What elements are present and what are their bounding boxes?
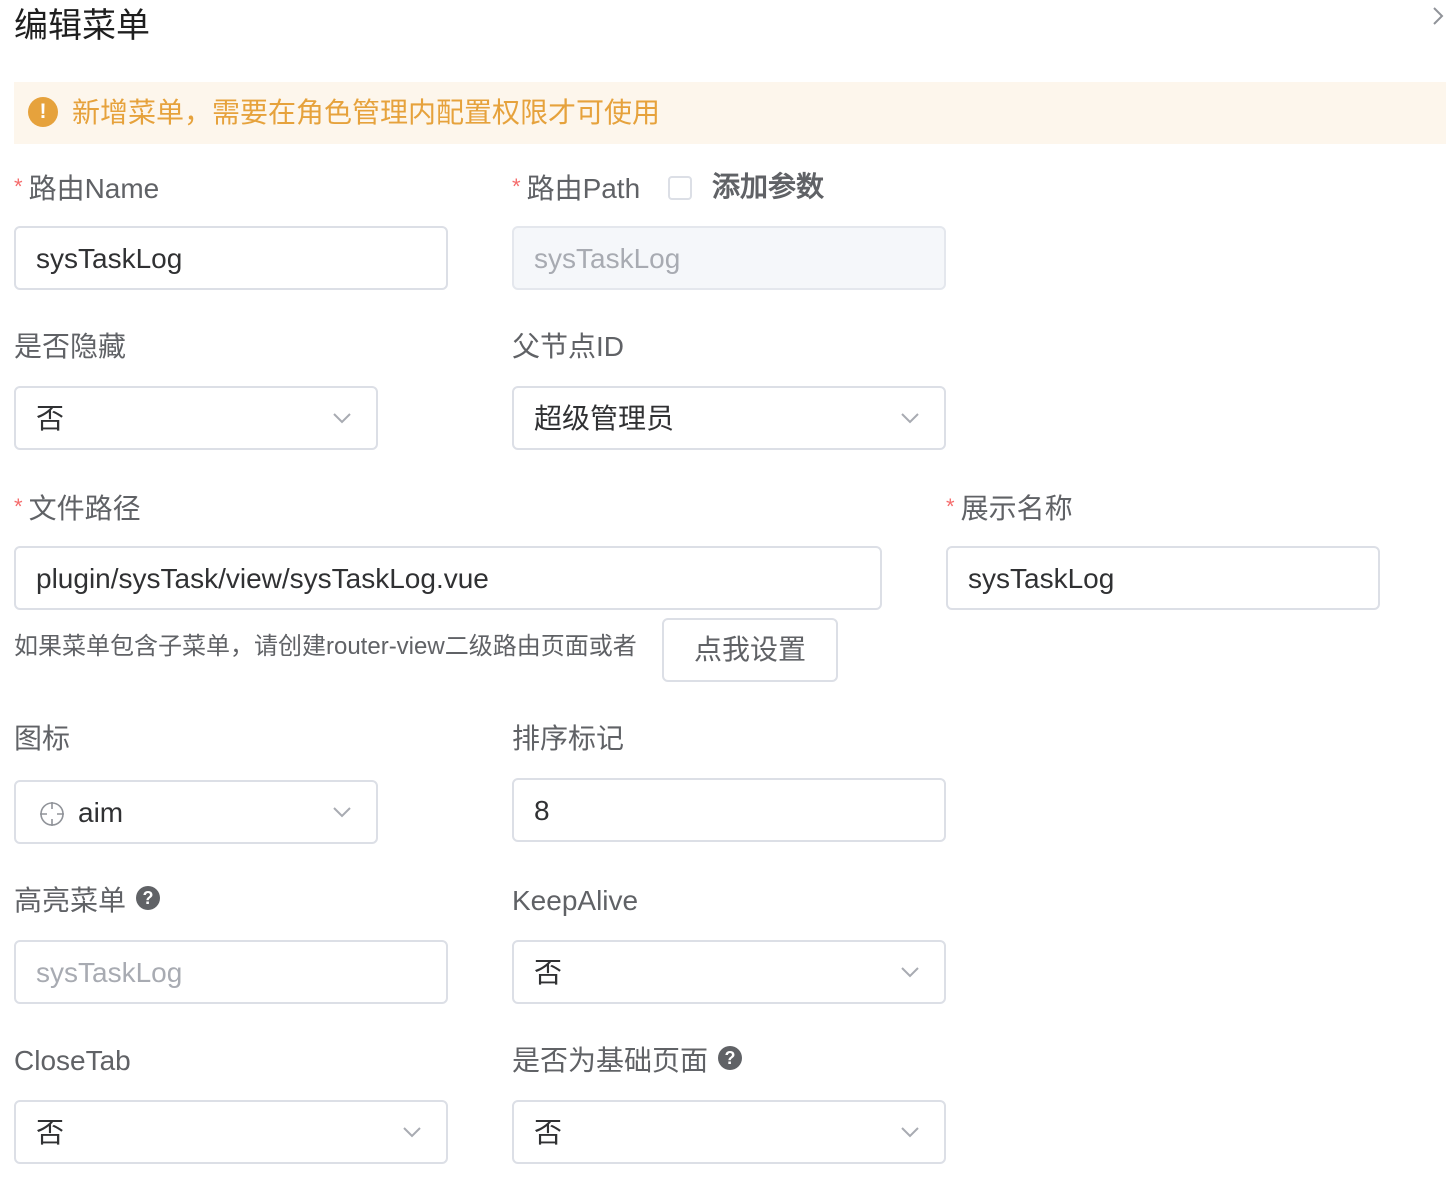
active-menu-input[interactable]: sysTaskLog (14, 940, 448, 1004)
route-path-label: * 路由Path (512, 170, 640, 206)
icon-value: aim (78, 797, 124, 828)
add-params-checkbox[interactable] (668, 176, 692, 200)
close-tab-select[interactable]: 否 (14, 1100, 448, 1164)
parent-id-select[interactable]: 超级管理员 (512, 386, 946, 450)
chevron-down-icon (901, 967, 919, 978)
route-name-value: sysTaskLog (36, 243, 183, 274)
route-path-label-text: 路由Path (526, 173, 641, 204)
chevron-down-icon (403, 1127, 421, 1138)
active-menu-placeholder: sysTaskLog (36, 957, 183, 988)
icon-label: 图标 (14, 723, 71, 754)
warning-icon: ! (28, 97, 58, 127)
question-icon[interactable]: ? (136, 886, 160, 910)
required-mark: * (946, 494, 955, 519)
sort-input[interactable]: 8 (512, 778, 946, 842)
base-page-select[interactable]: 否 (512, 1100, 946, 1164)
base-page-value: 否 (534, 1117, 563, 1148)
route-name-label: * 路由Name (14, 170, 159, 206)
route-name-input[interactable]: sysTaskLog (14, 226, 448, 290)
display-name-value: sysTaskLog (968, 563, 1115, 594)
required-mark: * (14, 174, 23, 199)
base-page-label: 是否为基础页面 (512, 1045, 709, 1076)
icon-select[interactable]: aim (14, 780, 378, 844)
file-path-hint: 如果菜单包含子菜单，请创建router-view二级路由页面或者 (14, 633, 637, 660)
add-params-label[interactable]: 添加参数 (712, 170, 824, 204)
set-router-view-button[interactable]: 点我设置 (662, 618, 838, 682)
hidden-label: 是否隐藏 (14, 331, 127, 362)
chevron-down-icon (901, 1127, 919, 1138)
close-button[interactable] (1430, 4, 1446, 28)
keep-alive-label: KeepAlive (512, 885, 639, 916)
file-path-label: * 文件路径 (14, 490, 141, 526)
sort-label: 排序标记 (512, 723, 625, 754)
parent-id-value: 超级管理员 (534, 403, 675, 434)
chevron-down-icon (333, 807, 351, 818)
dialog-title: 编辑菜单 (14, 7, 150, 45)
display-name-input[interactable]: sysTaskLog (946, 546, 1380, 610)
close-tab-label: CloseTab (14, 1045, 131, 1076)
route-path-value: sysTaskLog (534, 243, 681, 274)
chevron-down-icon (333, 413, 351, 424)
keep-alive-select[interactable]: 否 (512, 940, 946, 1004)
sort-value: 8 (534, 795, 550, 826)
hidden-value: 否 (36, 403, 65, 434)
route-name-label-text: 路由Name (28, 173, 160, 204)
alert-text: 新增菜单，需要在角色管理内配置权限才可使用 (72, 97, 661, 128)
display-name-label: * 展示名称 (946, 490, 1073, 526)
close-tab-value: 否 (36, 1117, 65, 1148)
parent-id-label: 父节点ID (512, 331, 625, 362)
question-icon[interactable]: ? (718, 1046, 742, 1070)
warning-alert: ! 新增菜单，需要在角色管理内配置权限才可使用 (14, 82, 1446, 144)
aim-icon (40, 802, 64, 826)
file-path-value: plugin/sysTask/view/sysTaskLog.vue (36, 563, 489, 594)
keep-alive-value: 否 (534, 957, 563, 988)
display-name-label-text: 展示名称 (960, 493, 1073, 524)
active-menu-label: 高亮菜单 (14, 885, 127, 916)
hidden-select[interactable]: 否 (14, 386, 378, 450)
chevron-right-icon (1433, 7, 1444, 25)
route-path-input: sysTaskLog (512, 226, 946, 290)
file-path-input[interactable]: plugin/sysTask/view/sysTaskLog.vue (14, 546, 882, 610)
required-mark: * (512, 174, 521, 199)
file-path-label-text: 文件路径 (28, 493, 141, 524)
chevron-down-icon (901, 413, 919, 424)
required-mark: * (14, 494, 23, 519)
